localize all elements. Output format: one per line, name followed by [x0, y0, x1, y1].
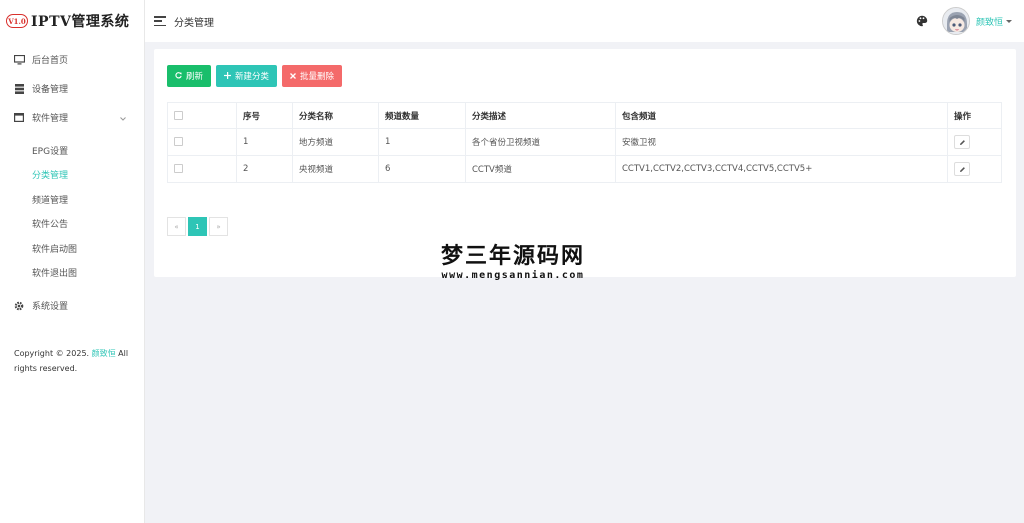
- table-row: 1 地方频道 1 各个省份卫视频道 安徽卫视: [167, 128, 1002, 156]
- row-channels: CCTV1,CCTV2,CCTV3,CCTV4,CCTV5,CCTV5+: [615, 155, 948, 183]
- row-count: 1: [378, 128, 466, 156]
- row-channels: 安徽卫视: [615, 128, 948, 156]
- refresh-icon: [175, 71, 182, 81]
- sidebar-item-label: 系统设置: [32, 302, 69, 312]
- gear-icon: [13, 301, 25, 311]
- software-submenu: EPG设置 分类管理 频道管理 软件公告 软件启动图 软件退出图: [0, 138, 144, 285]
- column-header[interactable]: 包含频道: [615, 102, 948, 129]
- close-icon: [290, 72, 296, 81]
- monitor-icon: [13, 54, 25, 65]
- pencil-icon: [959, 139, 965, 145]
- sidebar-subitem-announcements[interactable]: 软件公告: [0, 212, 144, 237]
- sidebar-menu: 后台首页 设备管理 软件管理: [0, 45, 144, 132]
- username[interactable]: 颜致恒: [976, 15, 1003, 28]
- table-row: 2 央视频道 6 CCTV频道 CCTV1,CCTV2,CCTV3,CCTV4,…: [167, 155, 1002, 183]
- watermark-url: www.mengsannian.com: [441, 270, 585, 281]
- pagination-page[interactable]: 1: [188, 217, 207, 236]
- sidebar-item-label: 设备管理: [32, 85, 69, 95]
- user-avatar[interactable]: [941, 7, 970, 35]
- row-checkbox[interactable]: [174, 137, 183, 146]
- pagination-next[interactable]: »: [209, 217, 228, 236]
- sidebar-item-settings[interactable]: 系统设置: [0, 291, 144, 320]
- content-card: 刷新 新建分类 批量删除 序号 分类名称 频道数量 分类描述 包含频道 操作 1…: [154, 49, 1016, 277]
- sidebar-item-software[interactable]: 软件管理: [0, 103, 144, 132]
- window-icon: [13, 113, 25, 123]
- column-header[interactable]: 分类描述: [465, 102, 616, 129]
- chevron-down-icon: [120, 114, 126, 124]
- sidebar-item-dashboard[interactable]: 后台首页: [0, 45, 144, 74]
- column-header[interactable]: 频道数量: [378, 102, 466, 129]
- batch-delete-button[interactable]: 批量删除: [282, 65, 343, 87]
- brand-logo[interactable]: V1.0 IPTV管理系统: [0, 0, 144, 42]
- row-id: 2: [236, 155, 293, 183]
- refresh-button[interactable]: 刷新: [167, 65, 212, 87]
- watermark: 梦三年源码网 www.mengsannian.com: [423, 244, 603, 282]
- row-checkbox[interactable]: [174, 164, 183, 173]
- sidebar-subitem-channels[interactable]: 频道管理: [0, 187, 144, 212]
- row-desc: CCTV频道: [465, 155, 616, 183]
- menu-toggle-icon[interactable]: [154, 16, 166, 26]
- row-name: 央视频道: [292, 155, 379, 183]
- server-icon: [13, 83, 25, 94]
- edit-button[interactable]: [954, 162, 970, 176]
- version-badge: V1.0: [6, 14, 28, 28]
- caret-down-icon[interactable]: [1006, 19, 1012, 23]
- watermark-title: 梦三年源码网: [440, 244, 585, 269]
- plus-icon: [224, 71, 232, 81]
- top-header: 分类管理 颜致恒: [145, 0, 1024, 42]
- column-header: 操作: [947, 102, 1002, 129]
- select-all-cell: [167, 102, 237, 129]
- row-name: 地方频道: [292, 128, 379, 156]
- table-header-row: 序号 分类名称 频道数量 分类描述 包含频道 操作: [167, 102, 1002, 129]
- edit-button[interactable]: [954, 135, 970, 149]
- sidebar-subitem-epg[interactable]: EPG设置: [0, 138, 144, 163]
- sidebar-subitem-exit-image[interactable]: 软件退出图: [0, 261, 144, 286]
- copyright: Copyright © 2025. 颜致恒 All rights reserve…: [14, 349, 129, 373]
- row-id: 1: [236, 128, 293, 156]
- page-title: 分类管理: [174, 17, 214, 29]
- palette-icon[interactable]: [916, 15, 928, 27]
- category-table: 序号 分类名称 频道数量 分类描述 包含频道 操作 1 地方频道 1 各个省份卫…: [167, 102, 1002, 183]
- pagination: « 1 »: [167, 217, 230, 236]
- sidebar-item-label: 软件管理: [32, 114, 69, 124]
- sidebar: V1.0 IPTV管理系统 后台首页 设备管理 软件管理 EPG设置 分类管理 …: [0, 0, 145, 523]
- copyright-author-link[interactable]: 颜致恒: [92, 349, 116, 358]
- brand-title: IPTV管理系统: [31, 14, 130, 30]
- sidebar-subitem-categories[interactable]: 分类管理: [0, 163, 144, 188]
- pagination-prev[interactable]: «: [167, 217, 186, 236]
- sidebar-subitem-splash[interactable]: 软件启动图: [0, 236, 144, 261]
- column-header[interactable]: 分类名称: [292, 102, 379, 129]
- row-count: 6: [378, 155, 466, 183]
- header-user-area: 颜致恒: [916, 0, 1024, 42]
- toolbar: 刷新 新建分类 批量删除: [167, 65, 347, 87]
- sidebar-item-devices[interactable]: 设备管理: [0, 74, 144, 103]
- add-category-button[interactable]: 新建分类: [216, 65, 278, 87]
- row-desc: 各个省份卫视频道: [465, 128, 616, 156]
- pencil-icon: [959, 166, 965, 172]
- select-all-checkbox[interactable]: [174, 110, 183, 120]
- column-header[interactable]: 序号: [236, 102, 293, 129]
- sidebar-item-label: 后台首页: [32, 56, 69, 66]
